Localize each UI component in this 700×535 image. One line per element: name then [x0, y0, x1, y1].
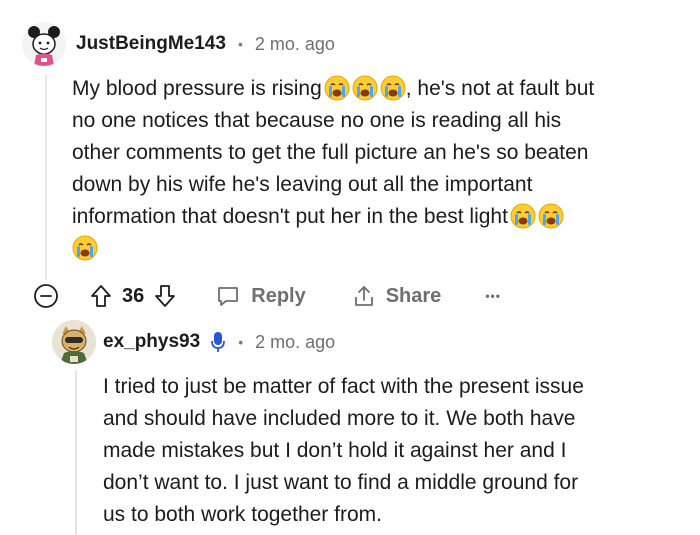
reply-label: Reply: [251, 284, 306, 307]
comment-line: made mistakes but I don’t hold it agains…: [103, 439, 567, 462]
comment-text: , he's not at fault but: [405, 77, 595, 100]
crying-face-icon: [324, 75, 350, 101]
comment-text: My blood pressure is rising: [72, 77, 322, 100]
share-arrow-icon: [354, 286, 373, 306]
comment-body: My blood pressure is rising , he's not at…: [72, 73, 692, 265]
reply-button[interactable]: Reply: [215, 283, 306, 309]
comment-line: us to both work together from.: [103, 503, 382, 526]
comment-meta: ex_phys93 • 2 mo. ago: [103, 331, 335, 353]
downvote-arrow-icon[interactable]: [153, 283, 177, 309]
separator-dot: •: [238, 334, 244, 350]
comment-action-bar: 36 Reply Share •••: [33, 279, 501, 313]
crying-face-icon: [510, 203, 536, 229]
collapse-icon[interactable]: [33, 283, 59, 309]
share-button[interactable]: Share: [352, 283, 442, 309]
thread-line[interactable]: [75, 370, 77, 535]
comment-line: information that doesn't put her in the …: [72, 201, 692, 233]
username[interactable]: JustBeingMe143: [76, 33, 226, 55]
speech-bubble-icon: [218, 287, 239, 306]
avatar[interactable]: [52, 320, 96, 364]
comment-meta: JustBeingMe143 • 2 mo. ago: [76, 33, 335, 55]
comment-line: I tried to just be matter of fact with t…: [103, 375, 584, 398]
comment-line: down by his wife he's leaving out all th…: [72, 173, 533, 196]
crying-face-icon: [380, 75, 406, 101]
avatar[interactable]: [22, 22, 66, 66]
crying-face-icon: [72, 235, 98, 261]
comment-text: information that doesn't put her in the …: [72, 205, 508, 228]
timestamp[interactable]: 2 mo. ago: [255, 34, 335, 55]
comment-body: I tried to just be matter of fact with t…: [103, 371, 683, 531]
more-options-button[interactable]: •••: [485, 289, 501, 303]
comment-line: other comments to get the full picture a…: [72, 141, 589, 164]
crying-face-icon: [352, 75, 378, 101]
more-options-icon: •••: [485, 289, 501, 303]
vote-count: 36: [122, 284, 145, 307]
comment-line: don’t want to. I just want to find a mid…: [103, 471, 579, 494]
share-label: Share: [385, 284, 442, 307]
comment-line: and should have included more to it. We …: [103, 407, 576, 430]
timestamp[interactable]: 2 mo. ago: [255, 332, 335, 353]
separator-dot: •: [237, 36, 243, 52]
crying-face-icon: [538, 203, 564, 229]
thread-line[interactable]: [45, 75, 47, 280]
upvote-arrow-icon[interactable]: [89, 283, 113, 309]
comment-line: [72, 233, 692, 265]
microphone-icon: [210, 331, 226, 353]
vote-group: 36: [89, 283, 177, 309]
username[interactable]: ex_phys93: [103, 331, 200, 353]
comment-line: no one notices that because no one is re…: [72, 109, 562, 132]
comment-line: My blood pressure is rising , he's not at…: [72, 73, 692, 105]
